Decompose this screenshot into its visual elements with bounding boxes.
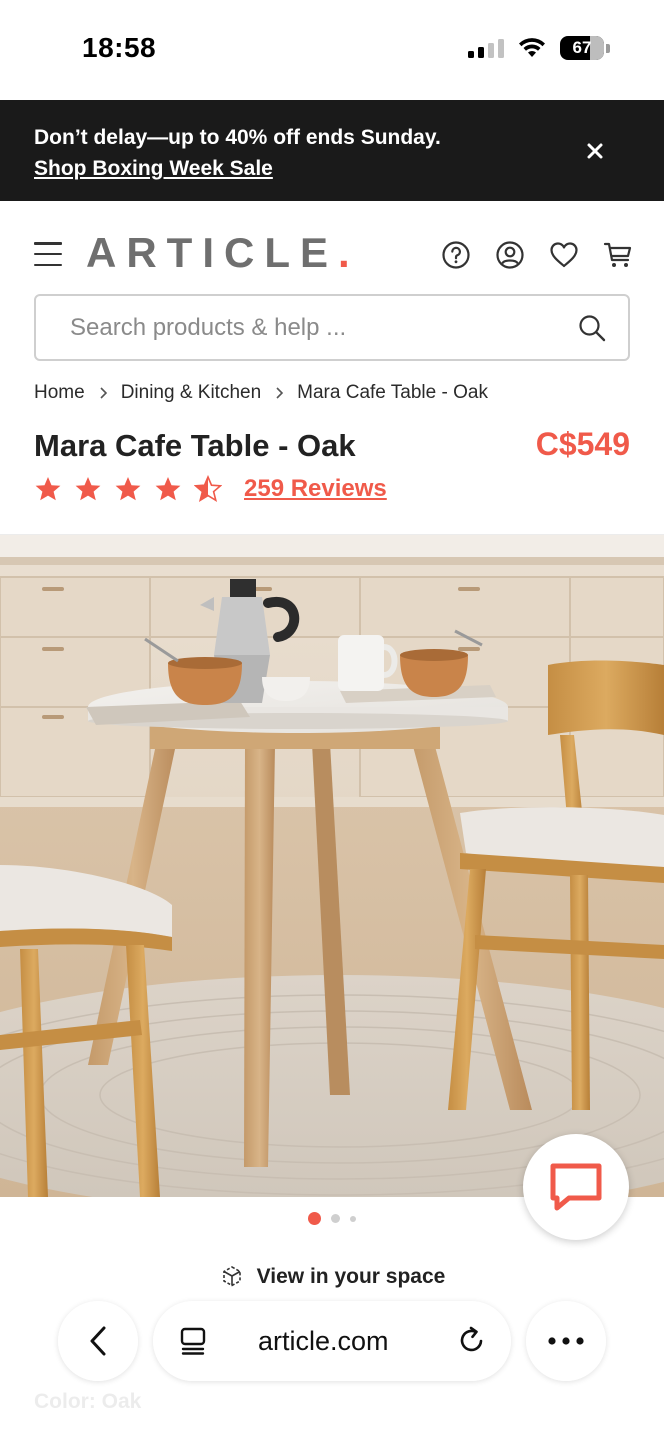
status-bar: 18:58 67 xyxy=(0,0,664,100)
reload-icon[interactable] xyxy=(457,1325,487,1355)
more-icon xyxy=(548,1337,584,1345)
product-price: C$549 xyxy=(535,426,630,462)
image-carousel-dots xyxy=(0,1212,664,1225)
header-icons xyxy=(440,239,634,271)
product-photo xyxy=(0,535,664,1197)
star-full-icon xyxy=(35,477,61,501)
view-in-space-button[interactable]: View in your space xyxy=(0,1264,664,1290)
chevron-right-icon xyxy=(100,387,107,399)
battery-icon: 67 xyxy=(560,36,604,60)
close-icon[interactable] xyxy=(580,136,610,166)
tabs-icon[interactable] xyxy=(179,1326,207,1356)
logo-dot: . xyxy=(338,229,360,276)
browser-more-button[interactable] xyxy=(526,1301,606,1381)
promo-text: Don’t delay—up to 40% off ends Sunday. S… xyxy=(34,122,441,184)
battery-level: 67 xyxy=(572,38,592,57)
back-icon xyxy=(90,1326,106,1356)
star-half-icon xyxy=(194,475,222,502)
menu-icon[interactable] xyxy=(34,242,62,266)
star-full-icon xyxy=(155,477,181,501)
color-label: Color: Oak xyxy=(34,1390,142,1413)
promo-message: Don’t delay—up to 40% off ends Sunday. xyxy=(34,126,441,149)
heart-icon[interactable] xyxy=(548,239,580,271)
site-header: ARTICLE. Home Dining & K xyxy=(0,201,664,535)
status-icons: 67 xyxy=(468,36,610,60)
product-title: Mara Cafe Table - Oak xyxy=(34,428,356,463)
rating-stars xyxy=(34,475,222,503)
reviews-link[interactable]: 259 Reviews xyxy=(244,475,387,503)
logo-text: ARTICLE xyxy=(86,229,338,276)
promo-sale-link[interactable]: Shop Boxing Week Sale xyxy=(34,153,441,184)
carousel-dot[interactable] xyxy=(331,1214,340,1223)
product-rating: 259 Reviews xyxy=(34,475,387,503)
help-icon[interactable] xyxy=(440,239,472,271)
browser-back-button[interactable] xyxy=(58,1301,138,1381)
breadcrumb-current: Mara Cafe Table - Oak xyxy=(297,382,488,403)
carousel-dot[interactable] xyxy=(350,1215,356,1222)
chat-icon xyxy=(550,1163,602,1211)
cart-icon[interactable] xyxy=(602,239,634,271)
breadcrumb: Home Dining & Kitchen Mara Cafe Table - … xyxy=(34,382,488,404)
star-full-icon xyxy=(75,477,101,501)
search-input[interactable] xyxy=(70,308,550,348)
breadcrumb-home[interactable]: Home xyxy=(34,382,85,404)
carousel-dot-active[interactable] xyxy=(308,1212,321,1225)
chevron-right-icon xyxy=(276,387,284,399)
browser-toolbar: article.com xyxy=(0,1300,664,1384)
status-time: 18:58 xyxy=(82,32,157,63)
browser-address-bar[interactable]: article.com xyxy=(153,1301,511,1381)
view-in-space-label: View in your space xyxy=(256,1265,446,1288)
product-image[interactable] xyxy=(0,535,664,1197)
promo-banner: Don’t delay—up to 40% off ends Sunday. S… xyxy=(0,100,664,201)
signal-icon xyxy=(468,38,504,58)
star-full-icon xyxy=(115,477,141,501)
wifi-icon xyxy=(519,38,545,57)
breadcrumb-dining-kitchen[interactable]: Dining & Kitchen xyxy=(121,382,261,404)
search-box xyxy=(34,294,630,361)
account-icon[interactable] xyxy=(494,239,526,271)
browser-url: article.com xyxy=(258,1326,389,1356)
search-icon[interactable] xyxy=(576,312,608,344)
site-logo[interactable]: ARTICLE. xyxy=(86,229,360,277)
ar-cube-icon xyxy=(222,1266,241,1287)
